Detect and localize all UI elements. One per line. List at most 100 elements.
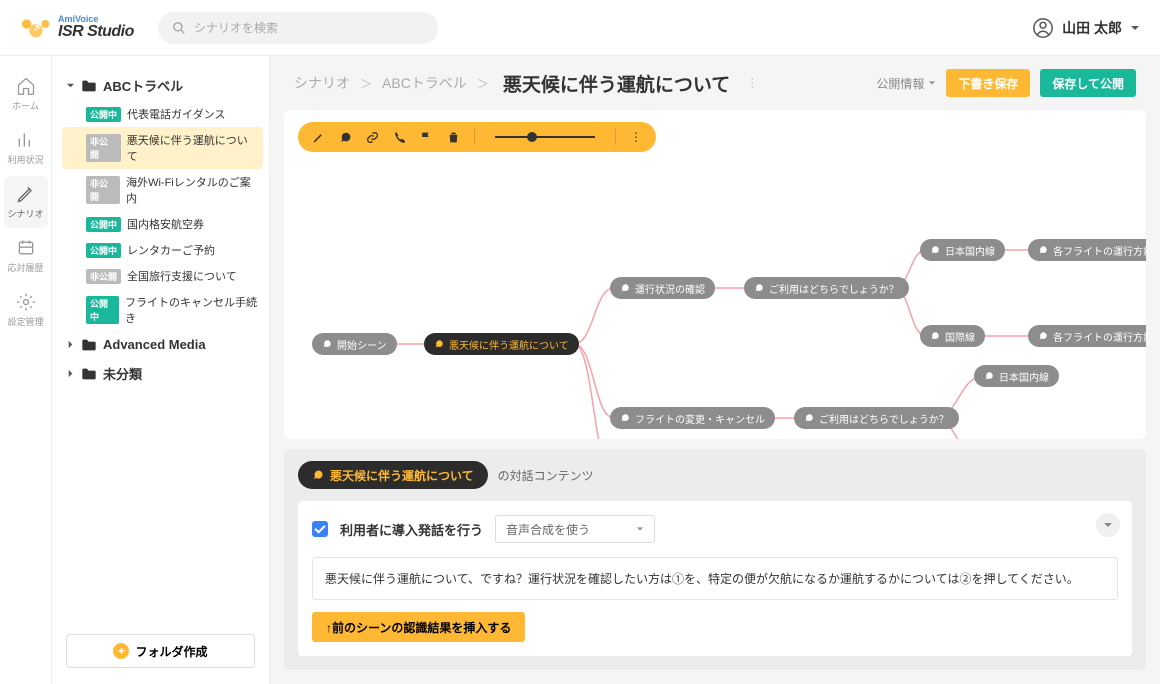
status-badge: 非公開 [86,176,120,204]
nav-label: 応対履歴 [7,261,43,274]
tts-select[interactable]: 音声合成を使う [495,515,655,543]
chevron-down-icon [928,79,936,87]
scenario-row[interactable]: 非公開全国旅行支援について [62,263,263,289]
speech-icon [1038,245,1048,255]
user-icon [1032,17,1054,39]
scenario-row[interactable]: 公開中代表電話ガイダンス [62,101,263,127]
node-start[interactable]: 開始シーン [312,333,397,355]
speech-icon [1038,331,1048,341]
chevron-right-icon [66,340,75,349]
gear-icon [16,292,36,312]
breadcrumb-root[interactable]: シナリオ [294,73,350,93]
node-q2[interactable]: ご利用はどちらでしょうか？ [794,407,959,429]
intro-checkbox[interactable] [312,521,328,537]
scenario-row[interactable]: 非公開悪天候に伴う運航について [62,127,263,169]
product-text: ISR Studio [58,24,134,40]
user-menu[interactable]: 山田 太郎 [1032,17,1140,39]
speech-icon [930,245,940,255]
chevron-down-icon [636,525,644,533]
node-policy1[interactable]: 各フライトの運行方針 [1028,239,1146,261]
create-folder-button[interactable]: + フォルダ作成 [66,634,255,668]
nav-edit[interactable]: シナリオ [4,176,48,228]
folder-icon [81,338,97,352]
logo-icon [20,17,52,39]
node-dom1[interactable]: 日本国内線 [920,239,1005,261]
node-policy2[interactable]: 各フライトの運行方針 [1028,325,1146,347]
speech-icon [754,283,764,293]
graph-canvas[interactable]: ⋮ 開始シーン 悪天候に伴う運航について （未設定） 運行状況の確認 フライトの… [284,110,1146,439]
collapse-button[interactable] [1096,513,1120,537]
scenario-label: 悪天候に伴う運航について [127,132,257,164]
nav-gear[interactable]: 設定管理 [4,284,48,336]
folder-name: ABCトラベル [103,76,183,95]
status-badge: 非公開 [86,134,121,162]
chevron-right-icon: ＞ [477,75,489,92]
node-dom2[interactable]: 日本国内線 [974,365,1059,387]
nav-label: シナリオ [7,207,43,220]
nav-label: ホーム [12,99,39,112]
speech-icon [322,339,332,349]
logo: AmiVoice ISR Studio [20,15,134,40]
folder-row[interactable]: 未分類 [62,358,263,389]
bottom-panel-pill: 悪天候に伴う運航について [298,461,488,489]
save-draft-button[interactable]: 下書き保存 [946,69,1030,97]
node-check[interactable]: 運行状況の確認 [610,277,715,299]
publish-info-link[interactable]: 公開情報 [876,75,936,92]
node-q1[interactable]: ご利用はどちらでしょうか？ [744,277,909,299]
nav-history[interactable]: 応対履歴 [4,230,48,282]
nav-label: 設定管理 [7,315,43,328]
insert-prev-button[interactable]: ↑前のシーンの認識結果を挿入する [312,612,525,642]
scenario-row[interactable]: 公開中レンタカーご予約 [62,237,263,263]
folder-name: 未分類 [103,364,142,383]
bottom-panel-suffix: の対話コンテンツ [498,467,594,484]
search-box[interactable] [158,12,438,44]
status-badge: 公開中 [86,107,121,122]
user-name: 山田 太郎 [1062,18,1122,38]
folder-row[interactable]: ABCトラベル [62,70,263,101]
scenario-label: レンタカーご予約 [127,242,215,258]
chevron-right-icon: ＞ [360,75,372,92]
scenario-row[interactable]: 非公開海外Wi-Fiレンタルのご案内 [62,169,263,211]
scenario-label: 代表電話ガイダンス [127,106,225,122]
nav-home[interactable]: ホーム [4,68,48,120]
chart-icon [16,130,36,150]
scenario-label: 国内格安航空券 [127,216,204,232]
node-change[interactable]: フライトの変更・キャンセル [610,407,775,429]
utterance-textarea[interactable]: 悪天候に伴う運航について、ですね？運行状況を確認したい方は①を、特定の便が欠航に… [312,557,1118,600]
history-icon [16,238,36,258]
speech-icon [984,371,994,381]
home-icon [16,76,36,96]
speech-icon [434,339,444,349]
page-title: 悪天候に伴う運航について [503,70,730,97]
folder-icon [81,79,97,93]
nav-chart[interactable]: 利用状況 [4,122,48,174]
status-badge: 公開中 [86,296,119,324]
scenario-row[interactable]: 公開中国内格安航空券 [62,211,263,237]
breadcrumb-folder[interactable]: ABCトラベル [382,73,467,93]
speech-icon [930,331,940,341]
more-icon[interactable]: ⋮ [746,76,758,90]
chevron-right-icon [66,369,75,378]
scenario-row[interactable]: 公開中フライトのキャンセル手続き [62,289,263,331]
speech-icon [620,413,630,423]
edit-icon [16,184,36,204]
search-icon [172,21,186,35]
topbar: シナリオ ＞ ABCトラベル ＞ 悪天候に伴う運航について ⋮ 公開情報 下書き… [270,56,1160,110]
scenario-label: フライトのキャンセル手続き [125,294,257,326]
create-folder-label: フォルダ作成 [135,643,207,660]
search-input[interactable] [194,21,424,35]
speech-icon [312,469,324,481]
speech-icon [620,283,630,293]
folder-row[interactable]: Advanced Media [62,331,263,358]
side-panel: ABCトラベル公開中代表電話ガイダンス非公開悪天候に伴う運航について非公開海外W… [52,56,270,684]
chevron-down-icon [1103,520,1113,530]
status-badge: 公開中 [86,243,121,258]
node-intl1[interactable]: 国際線 [920,325,985,347]
nav-label: 利用状況 [7,153,43,166]
icon-nav: ホーム利用状況シナリオ応対履歴設定管理 [0,56,52,684]
status-badge: 公開中 [86,217,121,232]
scenario-label: 全国旅行支援について [127,268,237,284]
save-publish-button[interactable]: 保存して公開 [1040,69,1136,97]
node-main[interactable]: 悪天候に伴う運航について [424,333,579,355]
scenario-tree: ABCトラベル公開中代表電話ガイダンス非公開悪天候に伴う運航について非公開海外W… [52,56,269,624]
